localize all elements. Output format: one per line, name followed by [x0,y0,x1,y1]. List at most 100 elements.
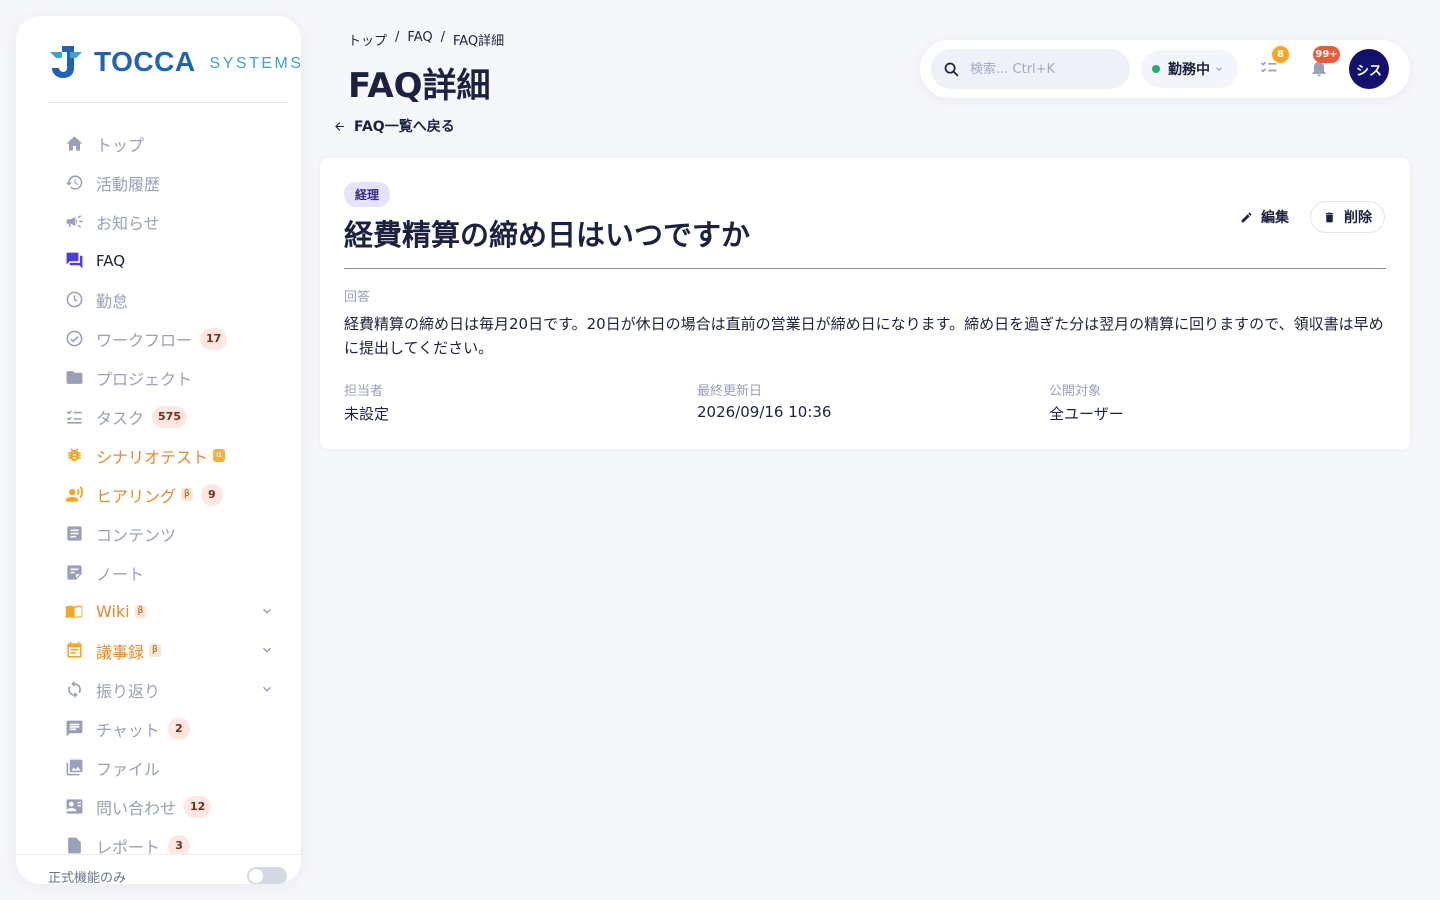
audience-label: 公開対象 [1049,384,1102,399]
avatar[interactable]: シス [1349,49,1389,89]
delete-button[interactable]: 削除 [1310,201,1385,233]
brand-sub: SYSTEMS [209,55,301,72]
sidebar-item-hearing[interactable]: ヒアリング β 9 [16,475,301,514]
chevron-down-icon[interactable] [260,643,274,657]
sidebar-item-label: FAQ [96,251,126,270]
sidebar-item-activity[interactable]: 活動履歴 [16,163,301,202]
checklist-icon [64,407,84,427]
audience-field: 公開対象 全ユーザー [1049,380,1124,424]
updated-field: 最終更新日 2026/09/16 10:36 [697,380,831,421]
assignee-value: 未設定 [344,405,390,423]
breadcrumb-separator: / [395,30,400,45]
trash-icon [1325,212,1334,222]
search-box[interactable] [931,49,1130,89]
sidebar-item-workflow[interactable]: ワークフロー 17 [16,319,301,358]
answer-label: 回答 [344,290,371,305]
sidebar-item-label: 勤怠 [96,291,129,311]
count-badge: 2 [167,717,190,740]
sidebar-item-task[interactable]: タスク 575 [16,397,301,436]
alpha-tag: α [213,449,225,462]
faq-answer: 経費精算の締め日は毎月20日です。20日が休日の場合は直前の営業日が締め日になり… [344,315,1384,357]
updated-label: 最終更新日 [697,384,763,399]
bug-icon [64,446,84,466]
sidebar-item-attendance[interactable]: 勤怠 [16,280,301,319]
sidebar-item-label: タスク [96,408,145,428]
updated-value: 2026/09/16 10:36 [697,403,832,421]
back-link-label: FAQ一覧へ戻る [354,119,455,135]
sidebar: TOCCA SYSTEMS トップ 活動履歴 お知らせ FAQ 勤怠 ワークフロ… [16,16,301,884]
sidebar-item-retrospective[interactable]: 振り返り [16,670,301,709]
notifications-button[interactable]: 99+ [1309,46,1340,80]
breadcrumb-faq[interactable]: FAQ [407,30,432,49]
audience-value: 全ユーザー [1049,405,1124,423]
count-badge: 9 [200,483,223,506]
folder-icon [64,368,84,388]
sidebar-item-label: シナリオテスト [96,447,209,467]
chat-icon [64,719,84,739]
sidebar-item-top[interactable]: トップ [16,124,301,163]
sidebar-item-minutes[interactable]: 議事録 β [16,631,301,670]
sidebar-item-wiki[interactable]: Wiki β [16,592,301,631]
sidebar-item-project[interactable]: プロジェクト [16,358,301,397]
breadcrumb-home[interactable]: トップ [348,30,387,49]
sidebar-item-label: プロジェクト [96,369,193,389]
official-only-label: 正式機能のみ [48,871,127,884]
sidebar-item-note[interactable]: ノート [16,553,301,592]
sidebar-item-scenario-test[interactable]: シナリオテスト α [16,436,301,475]
sidebar-item-label: 問い合わせ [96,798,177,818]
history-icon [64,173,84,193]
notification-count-badge: 99+ [1313,46,1340,63]
sidebar-item-news[interactable]: お知らせ [16,202,301,241]
page-title: FAQ詳細 [348,66,491,106]
sidebar-item-contents[interactable]: コンテンツ [16,514,301,553]
search-icon [944,62,959,76]
sidebar-item-label: 議事録 [96,642,145,662]
task-count-badge: 8 [1272,46,1289,63]
home-icon [64,134,84,154]
tasks-button[interactable]: 8 [1259,46,1289,80]
chevron-down-icon[interactable] [260,682,274,696]
sidebar-item-label: ノート [96,564,145,584]
sync-icon [64,680,84,700]
sidebar-item-inquiry[interactable]: 問い合わせ 12 [16,787,301,826]
sidebar-item-label: ワークフロー [96,330,193,350]
search-input[interactable] [970,61,1110,77]
sidebar-item-chat[interactable]: チャット 2 [16,709,301,748]
faq-detail-card: 経理 経費精算の締め日はいつですか 編集 削除 回答 経費精算の締め日は毎月20… [320,158,1410,449]
clock-icon [64,290,84,310]
card-divider [344,268,1386,269]
brand-logo[interactable]: TOCCA SYSTEMS [48,44,301,80]
sidebar-footer: 正式機能のみ [16,854,301,884]
sidebar-item-label: コンテンツ [96,525,177,545]
forum-icon [64,251,84,271]
book-icon [64,602,84,622]
faq-question: 経費精算の締め日はいつですか [344,218,751,252]
back-to-faq-list-link[interactable]: FAQ一覧へ戻る [333,116,455,136]
megaphone-icon [64,212,84,232]
sidebar-item-file[interactable]: ファイル [16,748,301,787]
count-badge: 12 [184,795,212,818]
tocca-logo-icon [50,46,82,78]
work-status-dropdown[interactable]: 勤務中 [1141,50,1238,88]
sidebar-nav: トップ 活動履歴 お知らせ FAQ 勤怠 ワークフロー 17 プロジェクト タス… [16,124,301,865]
event-note-icon [64,641,84,661]
category-badge: 経理 [344,182,391,207]
beta-tag: β [149,644,161,657]
beta-tag: β [134,605,147,618]
count-badge: 575 [152,405,187,428]
official-only-toggle[interactable] [247,867,287,884]
sidebar-item-label: 振り返り [96,681,161,701]
contact-card-icon [64,797,84,817]
edit-button[interactable]: 編集 [1232,202,1297,232]
work-status-label: 勤務中 [1168,62,1210,78]
sidebar-item-faq[interactable]: FAQ [16,241,301,280]
check-circle-icon [64,329,84,349]
sidebar-item-label: ヒアリング [96,486,177,506]
delete-label: 削除 [1344,210,1372,226]
breadcrumb: トップ / FAQ / FAQ詳細 [348,30,504,49]
sidebar-item-label: 活動履歴 [96,174,161,194]
edit-label: 編集 [1261,210,1289,226]
chevron-down-icon[interactable] [260,604,274,618]
beta-tag: β [181,488,193,501]
article-icon [64,524,84,544]
